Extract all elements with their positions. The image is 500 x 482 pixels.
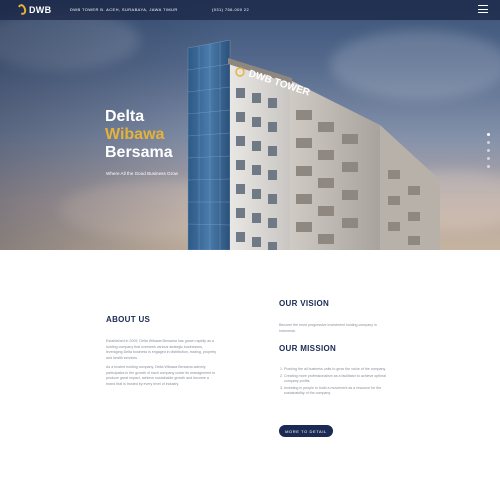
mission-item: Investing in people to build a movement …: [284, 386, 394, 397]
slider-dot[interactable]: [487, 157, 490, 160]
header-phone[interactable]: (031) 756-000 22: [212, 7, 249, 12]
slider-pagination: [487, 133, 490, 173]
mission-list: Pushing the all business units to grow t…: [284, 367, 394, 398]
header-address: DWB TOWER B. ACEH, SURABAYA, JAWA TIMUR: [70, 7, 178, 12]
slider-dot[interactable]: [487, 141, 490, 144]
slider-dot[interactable]: [487, 133, 490, 136]
about-heading: ABOUT US: [106, 315, 151, 324]
brand-logo[interactable]: DWB: [16, 2, 52, 17]
top-navigation-bar: DWB DWB TOWER B. ACEH, SURABAYA, JAWA TI…: [0, 0, 500, 20]
logo-icon: [16, 2, 28, 17]
mission-item: Creating more professionalism as a facil…: [284, 374, 394, 385]
hamburger-icon[interactable]: [478, 5, 488, 15]
hero-title: Delta Wibawa Bersama: [105, 108, 173, 162]
about-paragraph: Established in 2009, Delta Wibawa Bersam…: [106, 339, 217, 360]
about-paragraph: As a trusted holding company, Delta Wiba…: [106, 365, 216, 386]
vision-heading: OUR VISION: [279, 299, 330, 308]
logo-text: DWB: [29, 4, 52, 15]
hero-title-line2: Wibawa: [105, 126, 165, 143]
mission-item: Pushing the all business units to grow t…: [284, 367, 394, 373]
slider-dot[interactable]: [487, 149, 490, 152]
about-text: Established in 2009, Delta Wibawa Bersam…: [106, 339, 218, 391]
hero-tagline: Where All the Good Business Grow: [106, 171, 179, 176]
more-detail-button[interactable]: MORE TO DETAIL: [279, 425, 333, 437]
mission-heading: OUR MISSION: [279, 344, 337, 353]
hero-title-line3: Bersama: [105, 144, 173, 161]
slider-dot[interactable]: [487, 165, 490, 168]
hero-title-line1: Delta: [105, 108, 145, 125]
hero-banner: DWB TOWER DWB DWB TOWER B. ACEH, SURABAY…: [0, 0, 500, 250]
vision-text: Become the most progressive investment h…: [279, 323, 377, 333]
